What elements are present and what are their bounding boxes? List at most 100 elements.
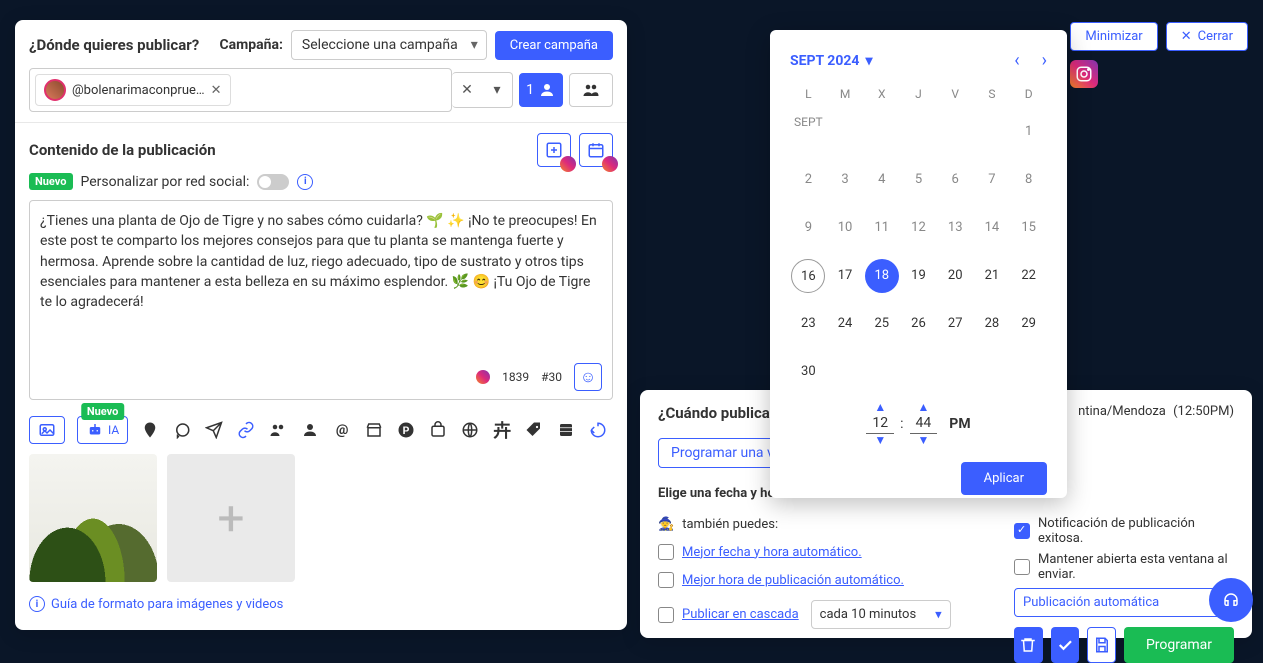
calendar-day[interactable]: 6 — [938, 163, 972, 197]
account-count-value: 1 — [526, 82, 534, 98]
content-heading: Contenido de la publicación — [29, 141, 216, 159]
image-icon — [38, 421, 56, 439]
ai-button[interactable]: Nuevo IA — [77, 416, 128, 444]
audience-group-button[interactable] — [569, 73, 613, 107]
calendar-month-button[interactable]: SEPT 2024 ▾ — [790, 53, 872, 69]
calendar-day[interactable]: 11 — [865, 211, 899, 245]
calendar-day[interactable]: 3 — [828, 163, 862, 197]
calendar-day[interactable]: 7 — [975, 163, 1009, 197]
add-media-button[interactable]: + — [167, 454, 295, 582]
calendar-day[interactable]: 23 — [791, 307, 825, 341]
cascade-interval-text: cada 10 minutos — [820, 607, 917, 622]
calendar-day[interactable]: 20 — [938, 259, 972, 293]
undo-icon[interactable] — [588, 420, 608, 440]
mention-icon[interactable]: @ — [332, 420, 352, 440]
close-icon: ✕ — [1181, 29, 1192, 44]
apply-date-button[interactable]: Aplicar — [961, 462, 1047, 495]
close-button[interactable]: ✕ Cerrar — [1166, 22, 1248, 51]
comment-icon[interactable] — [172, 420, 192, 440]
package-icon[interactable] — [428, 420, 448, 440]
store-icon[interactable] — [364, 420, 384, 440]
cascade-interval-select[interactable]: cada 10 minutos — [811, 600, 951, 629]
create-campaign-button[interactable]: Crear campaña — [495, 31, 613, 60]
calendar-day[interactable]: 9 — [791, 211, 825, 245]
info-icon[interactable]: i — [297, 174, 313, 190]
account-chip[interactable]: @bolenarimaconprue… ✕ — [35, 74, 231, 106]
remove-account-icon[interactable]: ✕ — [211, 83, 222, 98]
best-datetime-checkbox[interactable] — [658, 544, 674, 560]
calendar-day[interactable]: 1 — [1012, 115, 1046, 149]
pinterest-icon[interactable]: P — [396, 420, 416, 440]
add-post-icon-button[interactable] — [537, 133, 571, 167]
keep-open-checkbox[interactable] — [1014, 559, 1030, 575]
calendar-day[interactable]: 14 — [975, 211, 1009, 245]
calendar-day[interactable]: 13 — [938, 211, 972, 245]
media-picker-button[interactable] — [29, 416, 65, 444]
confirm-button[interactable] — [1051, 627, 1080, 663]
calendar-day[interactable]: 16 — [791, 259, 825, 293]
cascade-link[interactable]: Publicar en cascada — [682, 607, 799, 622]
send-icon[interactable] — [204, 420, 224, 440]
publish-mode-select[interactable]: Publicación automática — [1014, 588, 1234, 617]
template-icon[interactable] — [556, 420, 576, 440]
calendar-day[interactable]: 25 — [865, 307, 899, 341]
calendar-day[interactable]: 30 — [791, 355, 825, 389]
calendar-icon-button[interactable] — [579, 133, 613, 167]
notify-success-checkbox[interactable] — [1014, 523, 1030, 539]
prev-month-button[interactable]: ‹ — [1014, 50, 1019, 71]
account-dropdown-button[interactable]: ▾ — [482, 73, 512, 107]
calendar-day[interactable]: 27 — [938, 307, 972, 341]
personalize-toggle[interactable] — [257, 174, 289, 190]
account-selector[interactable]: @bolenarimaconprue… ✕ — [29, 68, 452, 112]
calendar-day[interactable]: 18 — [865, 259, 899, 293]
best-time-link[interactable]: Mejor hora de publicación automático. — [682, 573, 904, 588]
calendar-day[interactable]: 22 — [1012, 259, 1046, 293]
save-draft-button[interactable] — [1087, 627, 1116, 663]
calendar-day[interactable]: 28 — [975, 307, 1009, 341]
support-chat-button[interactable] — [1209, 578, 1253, 622]
delete-button[interactable] — [1014, 627, 1043, 663]
group-tool-icon[interactable] — [268, 420, 288, 440]
cascade-checkbox[interactable] — [658, 607, 674, 623]
instagram-network-tile[interactable] — [1070, 60, 1098, 88]
minimize-button[interactable]: Minimizar — [1070, 22, 1157, 51]
clear-accounts-button[interactable]: ✕ — [452, 73, 482, 107]
emoji-picker-button[interactable]: ☺ — [574, 363, 602, 391]
format-guide-link[interactable]: i Guía de formato para imágenes y videos — [15, 586, 627, 622]
globe-icon[interactable] — [460, 420, 480, 440]
media-thumbnail[interactable] — [29, 454, 157, 582]
ampm-toggle[interactable]: PM — [949, 416, 970, 432]
calendar-day[interactable]: 17 — [828, 259, 862, 293]
calendar-day[interactable]: 26 — [901, 307, 935, 341]
calendar-day[interactable]: 29 — [1012, 307, 1046, 341]
person-tool-icon[interactable] — [300, 420, 320, 440]
minute-up-button[interactable]: ▲ — [917, 401, 929, 413]
calendar-day[interactable]: 24 — [828, 307, 862, 341]
account-count-button[interactable]: 1 — [519, 73, 563, 107]
location-icon[interactable] — [140, 420, 160, 440]
hour-down-button[interactable]: ▼ — [874, 434, 886, 446]
minute-input[interactable]: 44 — [910, 413, 938, 434]
ai-label: IA — [108, 423, 119, 437]
calendar-day[interactable]: 12 — [901, 211, 935, 245]
hour-up-button[interactable]: ▲ — [874, 401, 886, 413]
calendar-day[interactable]: 15 — [1012, 211, 1046, 245]
minute-down-button[interactable]: ▼ — [917, 434, 929, 446]
headline-icon[interactable]: 卉 — [492, 420, 512, 440]
calendar-day[interactable]: 2 — [791, 163, 825, 197]
calendar-day[interactable]: 19 — [901, 259, 935, 293]
campaign-select[interactable]: Seleccione una campaña — [291, 30, 487, 60]
program-button[interactable]: Programar — [1124, 627, 1234, 663]
best-time-checkbox[interactable] — [658, 572, 674, 588]
calendar-day[interactable]: 8 — [1012, 163, 1046, 197]
calendar-day[interactable]: 21 — [975, 259, 1009, 293]
calendar-day[interactable]: 10 — [828, 211, 862, 245]
best-datetime-link[interactable]: Mejor fecha y hora automático. — [682, 545, 862, 560]
tag-icon[interactable] — [524, 420, 544, 440]
calendar-day[interactable]: 5 — [901, 163, 935, 197]
link-icon[interactable] — [236, 420, 256, 440]
next-month-button[interactable]: › — [1042, 50, 1047, 71]
hour-input[interactable]: 12 — [866, 413, 894, 434]
calendar-day[interactable]: 4 — [865, 163, 899, 197]
post-textarea[interactable]: ¿Tienes una planta de Ojo de Tigre y no … — [29, 200, 613, 400]
